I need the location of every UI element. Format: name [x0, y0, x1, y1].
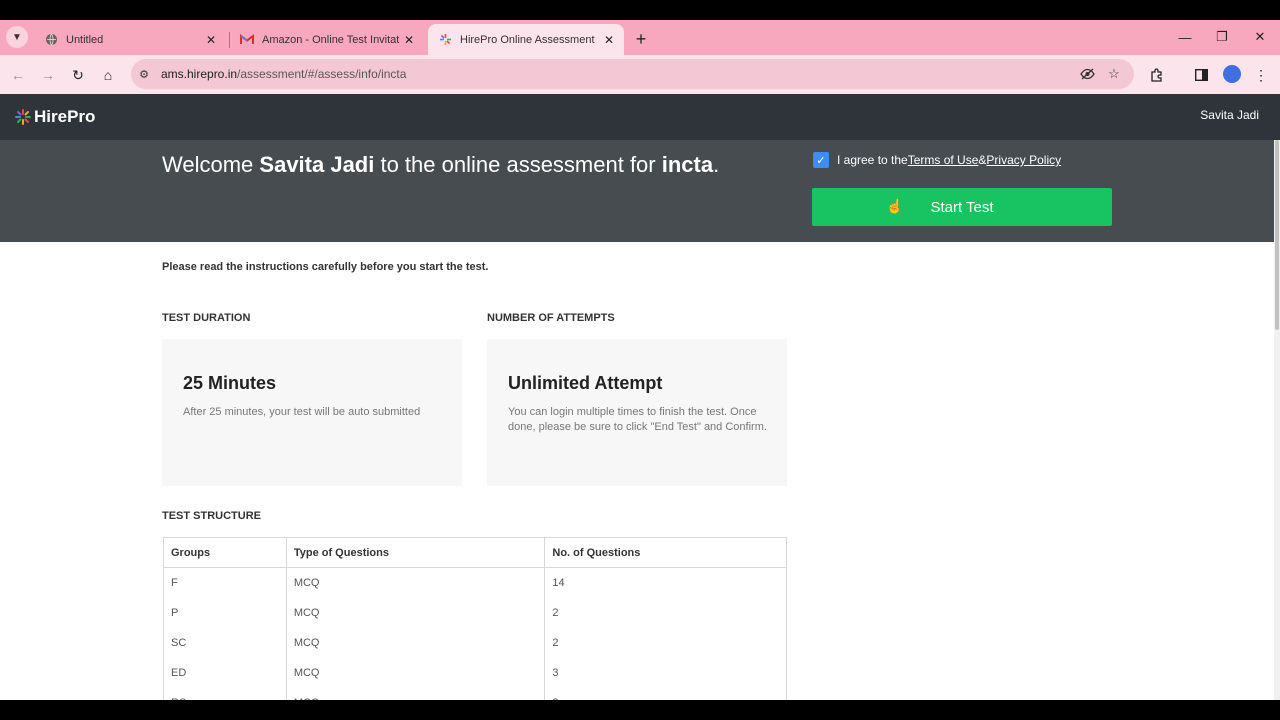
gmail-icon	[240, 33, 254, 47]
table-row: SC MCQ 2	[163, 627, 787, 658]
type-cell: MCQ	[285, 567, 546, 598]
count-cell: 2	[544, 597, 787, 628]
scrollbar-thumb[interactable]	[1275, 140, 1279, 330]
page-scrollbar[interactable]	[1274, 140, 1280, 700]
candidate-name: Savita Jadi	[259, 152, 375, 177]
forward-arrow-icon[interactable]: →	[37, 64, 59, 86]
site-info-icon[interactable]: ⚙	[137, 67, 151, 81]
restore-window-icon[interactable]: ❐	[1210, 26, 1234, 48]
attempts-heading: NUMBER OF ATTEMPTS	[487, 312, 615, 324]
assessment-name: incta	[661, 152, 714, 177]
profile-avatar[interactable]	[1223, 65, 1241, 83]
eye-off-icon[interactable]	[1079, 66, 1095, 82]
group-cell: F	[163, 567, 287, 598]
attempts-value: Unlimited Attempt	[508, 373, 663, 393]
test-duration-heading: TEST DURATION	[162, 312, 251, 324]
address-bar[interactable]: ⚙ ams.hirepro.in/assessment/#/assess/inf…	[131, 59, 1134, 89]
terms-of-use-link[interactable]: Terms of Use	[908, 153, 979, 167]
web-page: HirePro Savita Jadi Welcome Savita Jadi …	[0, 94, 1280, 700]
test-structure-table: Groups Type of Questions No. of Question…	[163, 537, 787, 700]
duration-value: 25 Minutes	[183, 373, 277, 393]
user-menu[interactable]: Savita Jadi	[1200, 108, 1259, 122]
column-header-groups: Groups	[163, 537, 287, 568]
tab-search-chevron-down-icon[interactable]: ▼	[6, 26, 28, 48]
group-cell: ED	[163, 657, 287, 688]
count-cell: 3	[544, 657, 787, 688]
screen: ▼ Untitled ✕ Amazon - Online Test Invita…	[0, 0, 1280, 720]
start-test-button[interactable]: Start Test	[812, 188, 1112, 226]
welcome-heading: Welcome Savita Jadi to the online assess…	[162, 152, 719, 178]
back-arrow-icon[interactable]: ←	[7, 64, 29, 86]
group-cell: P	[163, 597, 287, 628]
hand-cursor-icon: ☝	[886, 198, 904, 214]
welcome-banner: Welcome Savita Jadi to the online assess…	[0, 140, 1280, 242]
hirepro-icon	[438, 33, 452, 47]
table-row: F MCQ 14	[163, 567, 787, 598]
table-row: ED MCQ 3	[163, 657, 787, 688]
type-cell: MCQ	[285, 687, 546, 700]
browser-toolbar: ← → ↻ ⌂ ⚙ ams.hirepro.in/assessment/#/as…	[0, 55, 1280, 94]
url-text: ams.hirepro.in/assessment/#/assess/info/…	[161, 67, 406, 81]
type-cell: MCQ	[285, 597, 546, 628]
close-window-icon[interactable]: ✕	[1248, 26, 1272, 48]
brand-name: HirePro	[34, 107, 96, 126]
tab-untitled[interactable]: Untitled ✕	[34, 24, 226, 55]
tab-title: Amazon - Online Test Invitation	[262, 33, 400, 46]
app-header: HirePro Savita Jadi	[0, 94, 1280, 140]
agree-prefix: I agree to the	[837, 153, 908, 167]
type-cell: MCQ	[285, 627, 546, 658]
table-row: RS MCQ 3	[163, 687, 787, 700]
count-cell: 2	[544, 627, 787, 658]
url-host: ams.hirepro.in	[161, 67, 238, 81]
attempts-card: Unlimited Attempt You can login multiple…	[487, 339, 787, 486]
tab-amazon-invitation[interactable]: Amazon - Online Test Invitation ✕	[230, 24, 424, 55]
terms-agreement: ✓ I agree to the Terms of Use & Privacy …	[813, 152, 1061, 168]
instructions-note: Please read the instructions carefully b…	[162, 261, 489, 273]
count-cell: 14	[544, 567, 787, 598]
close-tab-icon[interactable]: ✕	[400, 31, 418, 49]
close-tab-icon[interactable]: ✕	[202, 31, 220, 49]
count-cell: 3	[544, 687, 787, 700]
url-path: /assessment/#/assess/info/incta	[237, 67, 407, 81]
tab-hirepro-assessment[interactable]: HirePro Online Assessment ✕	[428, 24, 624, 55]
column-header-count: No. of Questions	[544, 537, 787, 568]
duration-card: 25 Minutes After 25 minutes, your test w…	[162, 339, 462, 486]
group-cell: SC	[163, 627, 287, 658]
attempts-description: You can login multiple times to finish t…	[508, 406, 767, 433]
extensions-icon[interactable]	[1146, 64, 1168, 86]
welcome-suffix: .	[713, 152, 720, 177]
agree-checkbox[interactable]: ✓	[813, 152, 829, 168]
more-menu-icon[interactable]: ⋮	[1250, 64, 1272, 86]
duration-description: After 25 minutes, your test will be auto…	[183, 406, 421, 418]
globe-icon	[44, 33, 58, 47]
new-tab-plus-icon[interactable]: +	[630, 28, 652, 50]
hirepro-logo-mark	[14, 108, 32, 126]
hirepro-logo[interactable]: HirePro	[14, 107, 95, 127]
side-panel-icon[interactable]	[1190, 64, 1212, 86]
home-icon[interactable]: ⌂	[97, 64, 119, 86]
bookmark-star-icon[interactable]: ☆	[1106, 66, 1122, 82]
close-tab-icon[interactable]: ✕	[600, 31, 618, 49]
welcome-prefix: Welcome	[162, 152, 260, 177]
table-header-row: Groups Type of Questions No. of Question…	[163, 537, 787, 568]
column-header-type: Type of Questions	[285, 537, 546, 568]
type-cell: MCQ	[285, 657, 546, 688]
agree-amp: &	[978, 153, 987, 167]
tab-title: HirePro Online Assessment	[460, 33, 595, 46]
group-cell: RS	[163, 687, 287, 700]
browser-tab-bar: ▼ Untitled ✕ Amazon - Online Test Invita…	[0, 20, 1280, 55]
tab-title: Untitled	[66, 33, 104, 46]
minimize-icon[interactable]: —	[1173, 26, 1197, 48]
reload-icon[interactable]: ↻	[67, 64, 89, 86]
welcome-middle: to the online assessment for	[374, 152, 662, 177]
table-row: P MCQ 2	[163, 597, 787, 628]
test-structure-heading: TEST STRUCTURE	[162, 510, 261, 522]
privacy-policy-link[interactable]: Privacy Policy	[986, 153, 1061, 167]
